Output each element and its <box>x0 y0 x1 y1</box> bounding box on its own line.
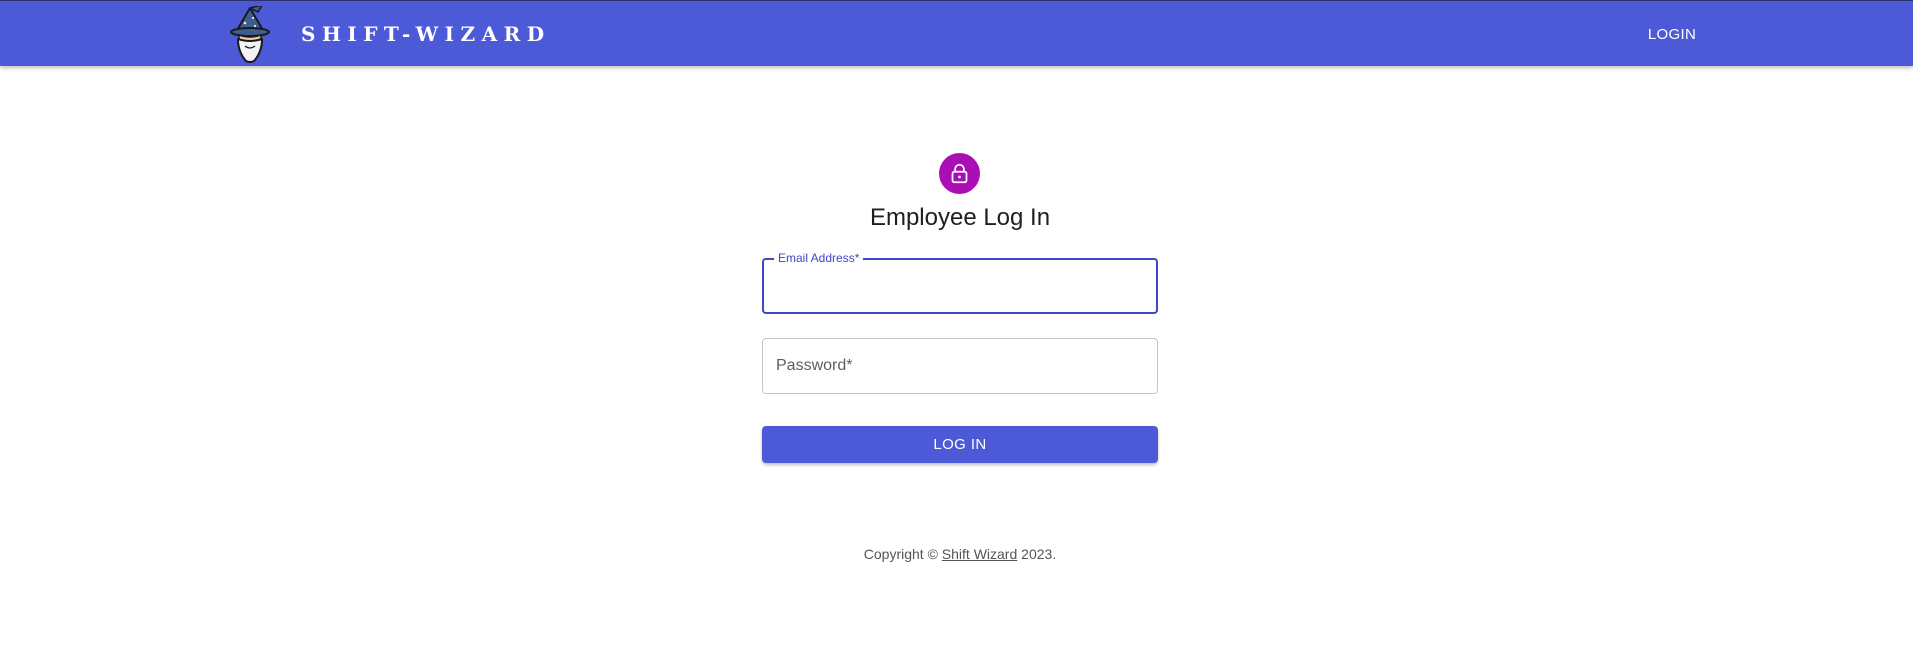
email-input[interactable] <box>764 260 1156 312</box>
lock-avatar <box>939 153 980 194</box>
email-field[interactable]: Email Address* <box>762 251 1158 314</box>
lock-icon <box>951 163 968 184</box>
nav-login-button[interactable]: LOGIN <box>1632 19 1712 51</box>
wizard-logo-icon[interactable] <box>228 4 274 64</box>
app-bar: SHIFT-WIZARD LOGIN <box>0 0 1913 66</box>
page-title: Employee Log In <box>869 204 1051 231</box>
brand-name[interactable]: SHIFT-WIZARD <box>301 21 551 47</box>
shift-wizard-link[interactable]: Shift Wizard <box>942 546 1017 562</box>
copyright: Copyright © Shift Wizard 2023. <box>863 546 1057 562</box>
password-label: Password* <box>776 357 853 374</box>
log-in-button[interactable]: LOG IN <box>762 426 1158 463</box>
email-label: Email Address* <box>774 251 864 265</box>
password-field[interactable]: Password* <box>762 338 1158 394</box>
